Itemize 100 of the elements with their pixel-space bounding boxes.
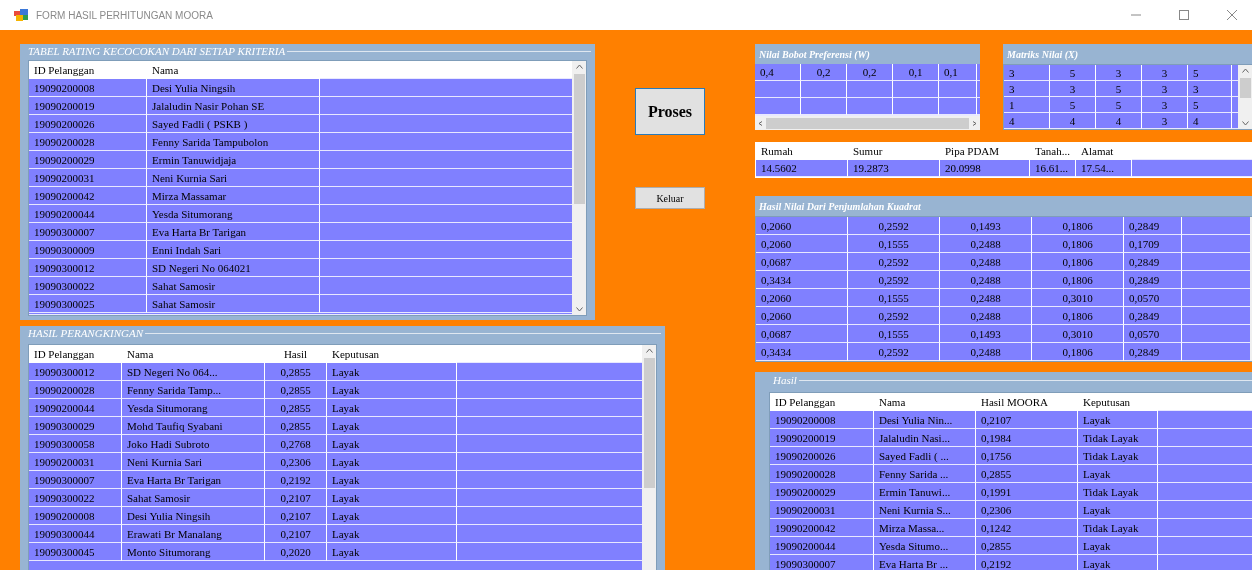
table-cell: Sahat Samosir — [147, 277, 320, 295]
table-cell: 19090200031 — [29, 453, 122, 471]
group-title: HASIL PERANGKINGAN — [27, 327, 143, 339]
table-cell: Sahat Samosir — [147, 295, 320, 313]
table-cell: 19090300007 — [770, 555, 874, 570]
scroll-right-icon[interactable] — [971, 120, 978, 126]
scroll-up-icon[interactable] — [1241, 68, 1249, 73]
table-cell: Layak — [1078, 501, 1158, 519]
table-cell: 0,0570 — [1124, 289, 1182, 307]
table-cell: Layak — [327, 489, 457, 507]
table-cell: 19090300007 — [29, 223, 147, 241]
table-cell: 0,2 — [801, 64, 847, 81]
table-cell: 0,1991 — [976, 483, 1078, 501]
table-cell: 19090200042 — [29, 187, 147, 205]
group-title: Hasil — [772, 374, 797, 386]
table-cell: Neni Kurnia Sari — [147, 169, 320, 187]
scroll-down-icon[interactable] — [1241, 121, 1249, 126]
table-cell: Ermin Tanuwidjaja — [147, 151, 320, 169]
table-cell: Mirza Massa... — [874, 519, 976, 537]
table-cell: 3 — [1142, 97, 1188, 113]
table-cell: 19090300022 — [29, 489, 122, 507]
table-cell: 19090300007 — [29, 471, 122, 489]
table-cell: 19090300045 — [29, 543, 122, 561]
close-icon[interactable] — [1226, 9, 1238, 21]
table-cell: Jalaludin Nasi... — [874, 429, 976, 447]
scroll-up-icon[interactable] — [645, 348, 653, 353]
table-cell: 0,2855 — [265, 363, 327, 381]
scroll-left-icon[interactable] — [757, 120, 764, 126]
table-cell: Joko Hadi Subroto — [122, 435, 265, 453]
table-cell: Eva Harta Br ... — [874, 555, 976, 570]
table-cell: Neni Kurnia Sari — [122, 453, 265, 471]
table-cell: Layak — [327, 381, 457, 399]
table-cell: Monto Situmorang — [122, 543, 265, 561]
table-cell: SD Negeri No 064... — [122, 363, 265, 381]
table-cell: Tidak Layak — [1078, 519, 1158, 537]
table-cell: 0,2849 — [1124, 271, 1182, 289]
table-cell: 19090300009 — [29, 241, 147, 259]
table-cell: 0,2855 — [265, 381, 327, 399]
table-cell: 0,2488 — [940, 253, 1032, 271]
table-cell: 0,2592 — [848, 343, 940, 361]
table-cell: 0,2855 — [976, 537, 1078, 555]
table-cell: 0,1 — [893, 64, 939, 81]
table-cell: 0,2020 — [265, 543, 327, 561]
table-cell — [939, 98, 977, 115]
table-cell: Sayed Fadli ( ... — [874, 447, 976, 465]
table-cell: 0,3010 — [1032, 289, 1124, 307]
table-cell — [1182, 307, 1250, 325]
table-cell: Layak — [1078, 465, 1158, 483]
table-cell: 0,2768 — [265, 435, 327, 453]
table-cell: 14.5602 — [756, 160, 848, 177]
table-cell: 19090200019 — [29, 97, 147, 115]
table-cell: Layak — [1078, 537, 1158, 555]
exit-button[interactable]: Keluar — [635, 187, 705, 209]
table-cell: 0,3434 — [756, 271, 848, 289]
table-cell: Layak — [327, 471, 457, 489]
table-cell: 5 — [1096, 81, 1142, 97]
table-cell: 19090200028 — [770, 465, 874, 483]
process-button[interactable]: Proses — [635, 88, 705, 135]
table-cell: Layak — [327, 453, 457, 471]
table-cell: 0,2060 — [756, 235, 848, 253]
table-cell: Layak — [327, 363, 457, 381]
table-cell: 0,1555 — [848, 325, 940, 343]
table-cell: SD Negeri No 064021 — [147, 259, 320, 277]
table-cell: 0,2849 — [1124, 307, 1182, 325]
table-cell — [939, 81, 977, 98]
table-cell: 3 — [1188, 81, 1232, 97]
table-cell: 0,1806 — [1032, 253, 1124, 271]
table-cell — [755, 81, 801, 98]
table-cell: 19090200044 — [29, 399, 122, 417]
table-cell: 5 — [1188, 65, 1232, 81]
table-cell — [1182, 271, 1250, 289]
table-cell: 0,1493 — [940, 217, 1032, 235]
table-cell: 0,2107 — [976, 411, 1078, 429]
table-cell: Eva Harta Br Tarigan — [122, 471, 265, 489]
table-cell: 3 — [1004, 65, 1050, 81]
table-cell: Tidak Layak — [1078, 483, 1158, 501]
table-cell: 0,2488 — [940, 343, 1032, 361]
table-cell: Fenny Sarida Tamp... — [122, 381, 265, 399]
scroll-up-icon[interactable] — [575, 64, 583, 69]
maximize-icon[interactable] — [1178, 9, 1190, 21]
table-cell: 0,2060 — [756, 289, 848, 307]
scroll-down-icon[interactable] — [575, 307, 583, 312]
table-cell: 0,2855 — [265, 417, 327, 435]
table-cell: Tidak Layak — [1078, 429, 1158, 447]
table-cell: 19090200026 — [29, 115, 147, 133]
table-cell: 0,2 — [847, 64, 893, 81]
table-cell: 19090300022 — [29, 277, 147, 295]
table-cell — [1182, 325, 1250, 343]
table-cell: 3 — [1142, 81, 1188, 97]
table-cell: 0,1806 — [1032, 217, 1124, 235]
table-cell: 0,2488 — [940, 289, 1032, 307]
table-cell: 0,2107 — [265, 489, 327, 507]
group-title: Nilai Bobot Preferensi (W) — [758, 48, 870, 60]
table-cell: 1 — [1004, 97, 1050, 113]
table-cell: Ermin Tanuwi... — [874, 483, 976, 501]
table-cell: 19090200042 — [770, 519, 874, 537]
table-cell: Fenny Sarida ... — [874, 465, 976, 483]
table-cell — [1182, 217, 1250, 235]
table-cell: 19090300012 — [29, 259, 147, 277]
table-cell: 0,2592 — [848, 271, 940, 289]
